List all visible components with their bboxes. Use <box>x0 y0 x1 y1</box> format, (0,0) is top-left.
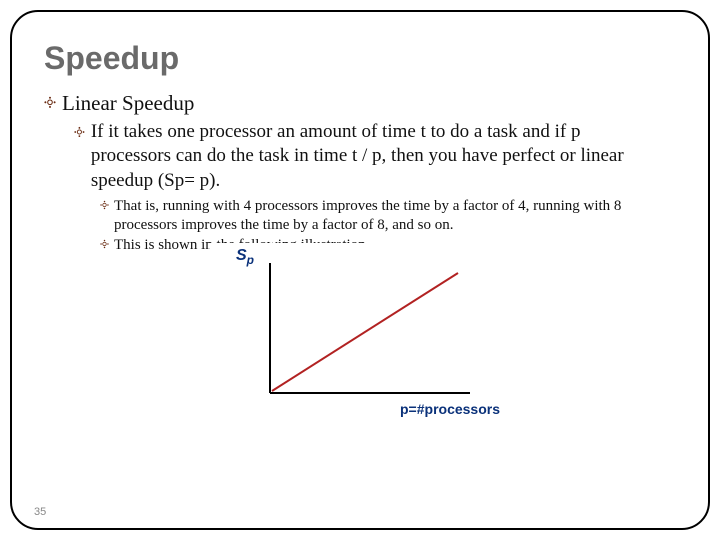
chart-y-label: Sp <box>236 247 254 267</box>
page-number: 35 <box>34 506 46 518</box>
slide-frame: Speedup ༓ Linear Speedup ༓ If it takes o… <box>10 10 710 530</box>
chart-series-line <box>272 273 458 391</box>
bullet-level-1-text: Linear Speedup <box>62 91 194 116</box>
bullet-glyph-icon: ༓ <box>100 236 109 253</box>
chart-svg <box>210 243 510 413</box>
chart-x-label: p=#processors <box>400 401 500 417</box>
bullet-glyph-icon: ༓ <box>44 91 56 113</box>
speedup-chart: Sp p=#processors <box>210 243 510 413</box>
bullet-level-3-text: That is, running with 4 processors impro… <box>114 197 654 235</box>
bullet-level-2: ༓ If it takes one processor an amount of… <box>74 120 676 193</box>
slide-title: Speedup <box>44 40 676 77</box>
bullet-level-1: ༓ Linear Speedup <box>44 91 676 116</box>
bullet-level-2-text: If it takes one processor an amount of t… <box>91 120 661 193</box>
bullet-glyph-icon: ༓ <box>100 197 109 214</box>
bullet-glyph-icon: ༓ <box>74 120 85 141</box>
